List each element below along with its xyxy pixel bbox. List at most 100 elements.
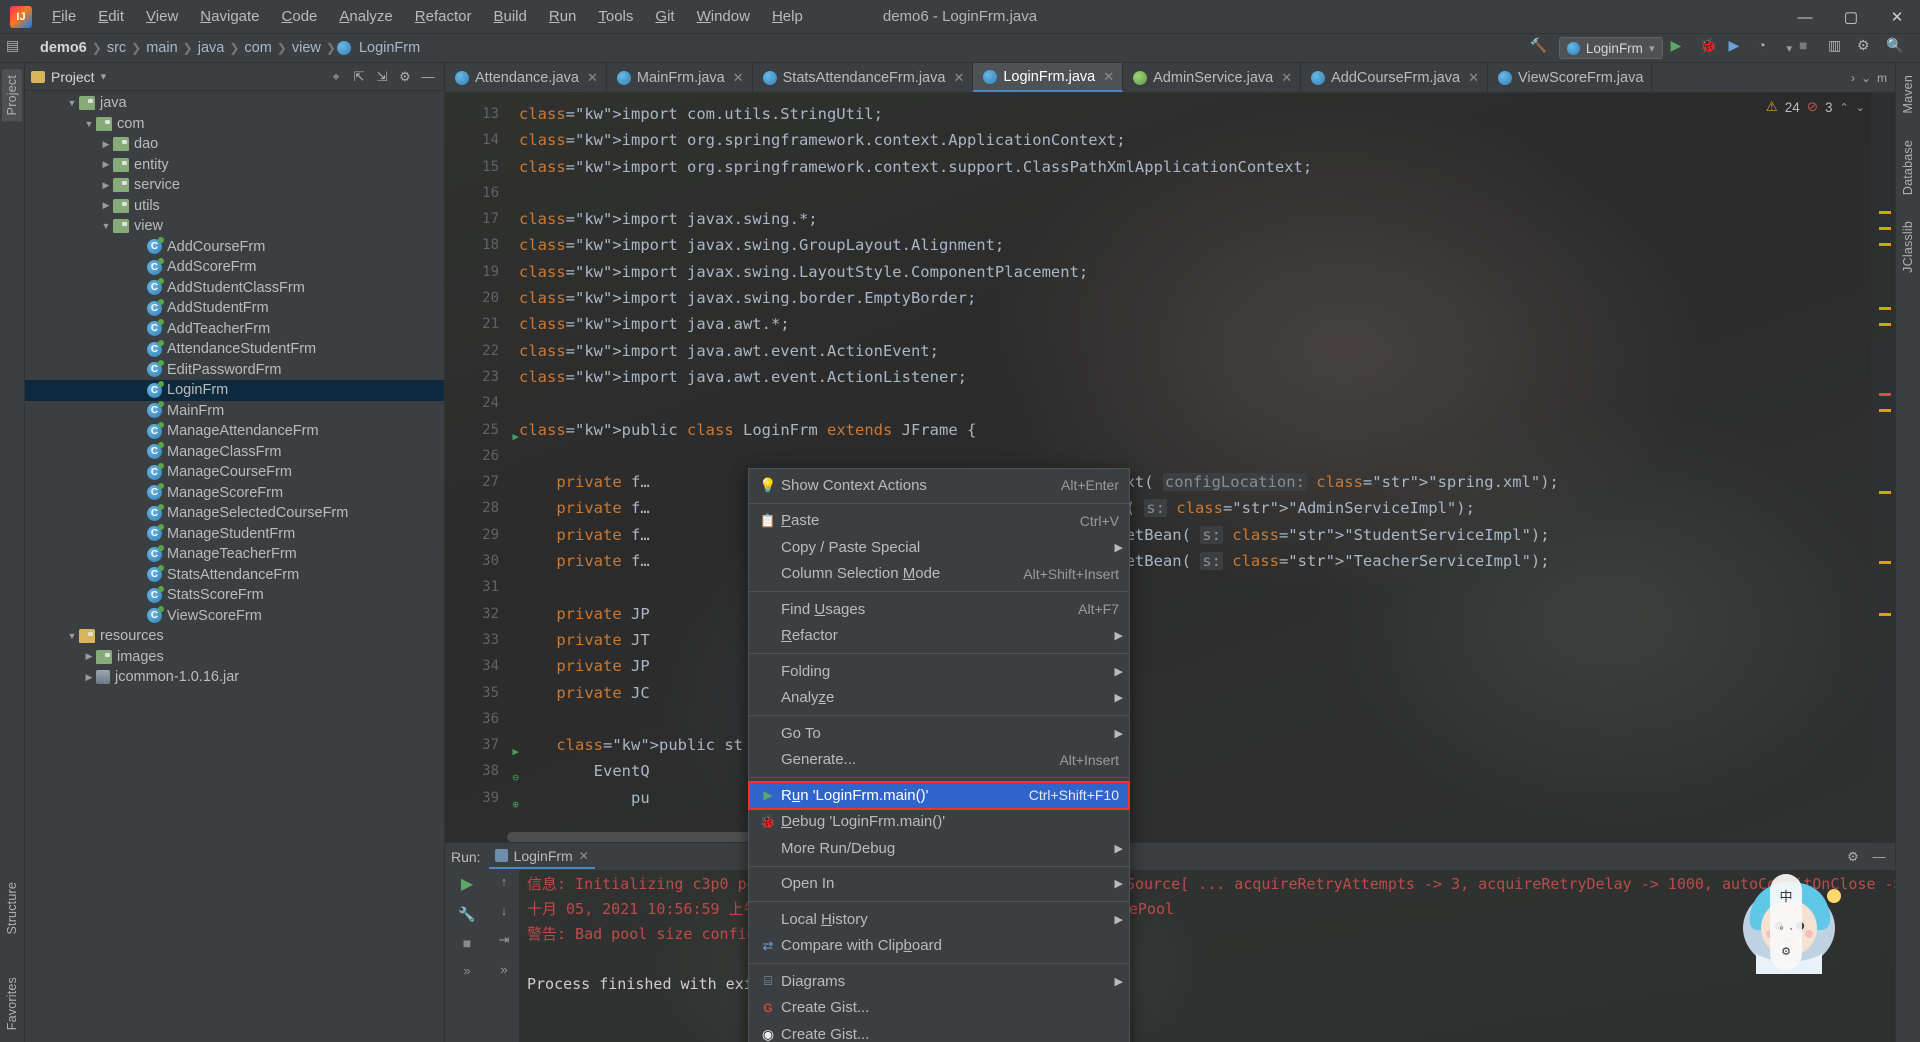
close-icon[interactable]: ✕ [1103,69,1114,85]
tree-node[interactable]: ▶images [25,647,444,668]
context-menu-item-local-history[interactable]: Local History▶ [749,906,1129,933]
close-icon[interactable]: ✕ [733,70,744,86]
minimize-icon-run[interactable]: — [1869,847,1889,867]
tree-node[interactable]: CAttendanceStudentFrm [25,339,444,360]
chevron-right-icon[interactable]: ▶ [82,672,96,683]
chevron-down-icon[interactable]: ▼ [65,98,79,108]
editor-tab-bar[interactable]: Attendance.java✕MainFrm.java✕StatsAttend… [445,63,1895,93]
menu-help[interactable]: Help [762,4,813,29]
tree-node[interactable]: CManageStudentFrm [25,524,444,545]
run-configuration-selector[interactable]: LoginFrm ▾ [1559,37,1664,59]
tree-node[interactable]: ▶service [25,175,444,196]
tabs-overflow-chevron[interactable]: › [1851,71,1855,85]
chevron-right-icon[interactable]: ▶ [82,651,96,662]
menu-window[interactable]: Window [687,4,760,29]
tree-node[interactable]: ▼view [25,216,444,237]
breadcrumb-item-view[interactable]: view [288,39,325,57]
close-button[interactable]: ✕ [1874,0,1920,34]
tree-node[interactable]: CAddStudentFrm [25,298,444,319]
menu-file[interactable]: File [42,4,86,29]
chevron-right-icon[interactable]: ▶ [99,180,113,191]
breadcrumb-item-main[interactable]: main [142,39,181,57]
tree-node[interactable]: CViewScoreFrm [25,606,444,627]
editor-tab-viewscorefrm[interactable]: ViewScoreFrm.java [1488,63,1652,92]
context-menu-item-generate[interactable]: Generate...Alt+Insert [749,747,1129,774]
run-console-output[interactable]: 信息: Initializing c3p0 pool... com.mchang… [519,870,1895,1042]
gear-icon-run[interactable]: ⚙ [1843,847,1863,867]
context-menu-item-copy-paste-special[interactable]: Copy / Paste Special▶ [749,534,1129,561]
stop-icon[interactable]: ■ [463,935,471,951]
collapse-all-icon[interactable]: ⇱ [349,67,369,87]
context-menu-item-run-loginfrm-main[interactable]: ▶Run 'LoginFrm.main()'Ctrl+Shift+F10 [749,782,1129,809]
inspection-gutter[interactable] [1871,93,1895,842]
close-icon[interactable]: ✕ [953,70,964,86]
tree-node[interactable]: CStatsAttendanceFrm [25,565,444,586]
chevron-down-icon[interactable]: ▼ [99,221,113,231]
project-tree[interactable]: ▼java▼com▶dao▶entity▶service▶utils▼viewC… [25,91,444,1042]
run-tab[interactable]: LoginFrm ✕ [489,845,595,869]
soft-wrap-icon[interactable]: ⇥ [499,932,510,948]
menu-view[interactable]: View [136,4,188,29]
tree-node[interactable]: CManageTeacherFrm [25,544,444,565]
chevron-right-icon[interactable]: ▶ [99,200,113,211]
run-with-coverage-button[interactable]: ▶ [1728,37,1750,59]
search-icon[interactable]: 🔍 [1886,37,1908,59]
left-tool-rail[interactable]: Project Structure Favorites [0,63,25,1042]
context-menu-item-find-usages[interactable]: Find UsagesAlt+F7 [749,596,1129,623]
close-icon[interactable]: ✕ [1468,70,1479,86]
tree-node[interactable]: ▼resources [25,626,444,647]
prev-problem-icon[interactable]: ⌃ [1840,101,1849,114]
target-icon[interactable]: ⌖ [326,67,346,87]
context-menu-item-show-context-actions[interactable]: 💡Show Context ActionsAlt+Enter [749,472,1129,499]
menu-code[interactable]: Code [272,4,328,29]
context-menu-item-more-run-debug[interactable]: More Run/Debug▶ [749,835,1129,862]
context-menu-item-refactor[interactable]: Refactor▶ [749,623,1129,650]
context-menu-item-go-to[interactable]: Go To▶ [749,720,1129,747]
chevron-down-icon-2[interactable]: ▾ [1786,42,1792,55]
main-menu-bar[interactable]: FileEditViewNavigateCodeAnalyzeRefactorB… [42,4,813,29]
rail-tab-structure[interactable]: Structure [2,876,22,941]
settings-icon-run[interactable]: 🔧 [458,906,475,923]
menu-run[interactable]: Run [539,4,587,29]
build-hammer-icon[interactable]: 🔨 [1530,37,1552,59]
editor-tab-statsattendancefrm[interactable]: StatsAttendanceFrm.java✕ [753,63,974,92]
rail-tab-database[interactable]: Database [1898,134,1918,201]
context-menu-item-folding[interactable]: Folding▶ [749,658,1129,685]
menu-git[interactable]: Git [645,4,684,29]
context-menu-item-create-gist[interactable]: GCreate Gist... [749,995,1129,1022]
run-console-rail[interactable]: ↑ ↓ ⇥ » [489,870,519,1042]
context-menu-item-column-selection-mode[interactable]: Column Selection ModeAlt+Shift+Insert [749,561,1129,588]
inspection-badges[interactable]: ⚠ 24 ⊘ 3 ⌃ ⌄ [1766,99,1865,115]
tree-node[interactable]: CAddTeacherFrm [25,319,444,340]
profile-button[interactable]: ◔ [1757,37,1779,59]
tree-node[interactable]: CManageSelectedCourseFrm [25,503,444,524]
context-menu-item-diagrams[interactable]: ⌸Diagrams▶ [749,968,1129,995]
tabs-overflow-mark[interactable]: m [1877,71,1887,85]
stop-button[interactable]: ■ [1799,37,1821,59]
editor-code[interactable]: class="kw">import com.utils.StringUtil;c… [507,93,1871,842]
tree-node[interactable]: ▶utils [25,196,444,217]
ime-settings-icon[interactable]: ⚙ [1781,945,1791,958]
menu-edit[interactable]: Edit [88,4,134,29]
breadcrumb-item-demo6[interactable]: demo6 [36,39,91,57]
context-menu-item-paste[interactable]: 📋PasteCtrl+V [749,508,1129,535]
breadcrumb-item-java[interactable]: java [194,39,229,57]
more-icon-run[interactable]: » [500,962,507,977]
tree-node[interactable]: CStatsScoreFrm [25,585,444,606]
tree-node[interactable]: ▼com [25,114,444,135]
tabs-overflow[interactable]: › ⌄ m [1843,63,1895,92]
code-editor[interactable]: 13141516171819202122232425▶2627282930313… [445,93,1895,842]
chevron-right-icon[interactable]: ▶ [99,139,113,150]
editor-tab-adminservice[interactable]: AdminService.java✕ [1123,63,1301,92]
breadcrumb-item-com[interactable]: com [240,39,275,57]
maximize-button[interactable]: ▢ [1828,0,1874,34]
tree-node[interactable]: ▶jcommon-1.0.16.jar [25,667,444,688]
breadcrumb-item-loginfrm[interactable]: LoginFrm [355,39,424,57]
gear-icon-project[interactable]: ⚙ [395,67,415,87]
context-menu-item-open-in[interactable]: Open In▶ [749,871,1129,898]
menu-analyze[interactable]: Analyze [329,4,402,29]
expand-all-icon[interactable]: ⇲ [372,67,392,87]
expand-icon-run[interactable]: » [463,963,470,978]
tabs-overflow-caret[interactable]: ⌄ [1861,71,1871,85]
tree-node[interactable]: ▼java [25,93,444,114]
